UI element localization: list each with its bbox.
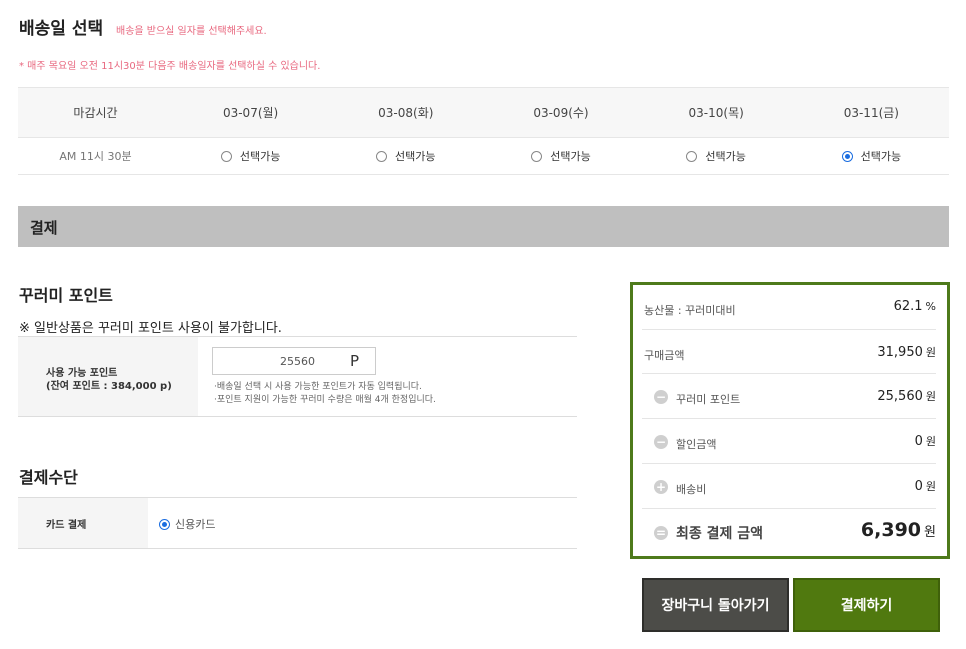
- date-option-label: 선택가능: [705, 150, 746, 163]
- date-option-3[interactable]: 선택가능: [639, 138, 794, 174]
- pay-button[interactable]: 결제하기: [793, 578, 940, 632]
- credit-card-option[interactable]: 신용카드: [159, 516, 215, 532]
- summary-row-final: = 최종 결제 금액 6,390 원: [642, 509, 936, 555]
- credit-card-label: 신용카드: [175, 518, 216, 531]
- summary-row-purchase: 구매금액 31,950 원: [642, 330, 936, 374]
- radio-button[interactable]: [686, 150, 698, 162]
- summary-row-discount: − 할인금액 0원: [642, 419, 936, 464]
- delivery-note: * 매주 목요일 오전 11시30분 다음주 배송일자를 선택하실 수 있습니다…: [19, 61, 321, 72]
- minus-icon: −: [654, 390, 668, 404]
- date-header-4: 03-11(금): [843, 106, 899, 120]
- date-header-3: 03-10(목): [688, 106, 744, 120]
- delivery-title: 배송일 선택: [19, 19, 104, 39]
- points-input-value: 25560: [280, 355, 315, 368]
- radio-button-selected[interactable]: [841, 150, 853, 162]
- payment-method-box: 카드 결제 신용카드: [18, 497, 577, 549]
- date-option-0[interactable]: 선택가능: [173, 138, 328, 174]
- points-input-unit: P: [349, 352, 359, 370]
- radio-button-selected[interactable]: [159, 518, 170, 530]
- delivery-table-header: 마감시간 03-07(월) 03-08(화) 03-09(수) 03-10(목)…: [18, 87, 949, 138]
- points-balance: (잔여 포인트 : 384,000 p): [46, 381, 172, 392]
- delivery-table-row: AM 11시 30분 선택가능 선택가능 선택가능 선택가능 선택가능: [18, 138, 949, 175]
- points-help-1: ·배송일 선택 시 사용 가능한 포인트가 자동 입력됩니다.: [214, 382, 422, 392]
- summary-label: 배송비: [676, 483, 707, 496]
- minus-icon: −: [654, 435, 668, 449]
- summary-value: 0원: [914, 434, 936, 449]
- points-title: 꾸러미 포인트: [19, 286, 113, 305]
- date-option-label: 선택가능: [860, 150, 902, 163]
- date-option-1[interactable]: 선택가능: [328, 138, 483, 174]
- card-payment-label: 카드 결제: [46, 520, 87, 531]
- summary-value: 62.1%: [893, 299, 936, 314]
- summary-label: 구매금액: [644, 349, 685, 362]
- back-to-cart-button[interactable]: 장바구니 돌아가기: [642, 578, 789, 632]
- summary-row-shipping: + 배송비 0원: [642, 464, 936, 509]
- summary-value: 0원: [914, 479, 936, 494]
- delivery-subtitle: 배송을 받으실 일자를 선택해주세요.: [116, 26, 267, 37]
- date-header-1: 03-08(화): [378, 106, 434, 120]
- payment-section-header: 결제: [18, 206, 949, 247]
- payment-section-title: 결제: [30, 219, 58, 237]
- date-option-2[interactable]: 선택가능: [483, 138, 638, 174]
- summary-row-ratio: 농산물 : 꾸러미대비 62.1%: [642, 285, 936, 330]
- points-input[interactable]: 25560 P: [212, 347, 376, 375]
- summary-label: 농산물 : 꾸러미대비: [644, 304, 736, 317]
- points-box: 사용 가능 포인트 (잔여 포인트 : 384,000 p) 25560 P ·…: [18, 336, 577, 417]
- date-option-label: 선택가능: [239, 150, 281, 163]
- date-option-4[interactable]: 선택가능: [794, 138, 949, 174]
- final-amount-label: 최종 결제 금액: [676, 526, 764, 542]
- date-option-label: 선택가능: [550, 150, 591, 163]
- order-summary: 농산물 : 꾸러미대비 62.1% 구매금액 31,950 원 − 꾸러미 포인트…: [630, 282, 950, 559]
- final-amount-value: 6,390 원: [860, 519, 936, 541]
- points-help-2: ·포인트 지원이 가능한 꾸러미 수량은 매월 4개 한정입니다.: [214, 395, 436, 405]
- date-option-label: 선택가능: [395, 150, 436, 163]
- radio-button[interactable]: [220, 150, 232, 162]
- deadline-header: 마감시간: [73, 106, 118, 120]
- radio-button[interactable]: [531, 150, 543, 162]
- date-header-0: 03-07(월): [222, 106, 279, 120]
- summary-value: 25,560 원: [877, 389, 936, 404]
- deadline-value: AM 11시 30분: [59, 150, 132, 163]
- radio-button[interactable]: [376, 150, 388, 162]
- points-notice: ※ 일반상품은 꾸러미 포인트 사용이 불가합니다.: [19, 321, 282, 336]
- plus-icon: +: [654, 480, 668, 494]
- summary-value: 31,950 원: [877, 345, 936, 360]
- payment-method-title: 결제수단: [19, 468, 78, 487]
- delivery-date-table: 마감시간 03-07(월) 03-08(화) 03-09(수) 03-10(목)…: [18, 87, 949, 175]
- summary-label: 할인금액: [676, 438, 717, 451]
- date-header-2: 03-09(수): [533, 106, 589, 120]
- summary-row-points: − 꾸러미 포인트 25,560 원: [642, 374, 936, 419]
- summary-label: 꾸러미 포인트: [676, 393, 741, 406]
- equals-icon: =: [654, 526, 668, 540]
